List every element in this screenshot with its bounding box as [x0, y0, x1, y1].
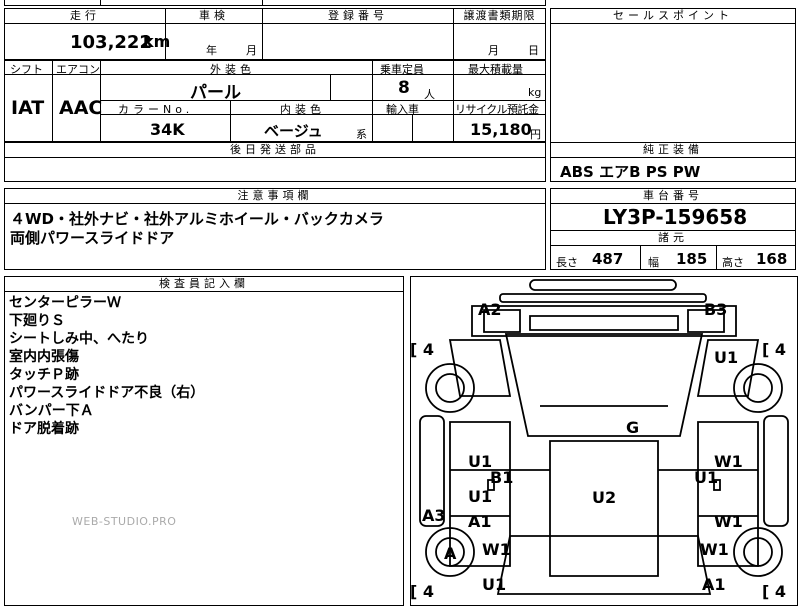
specs-header: 諸元 [551, 231, 795, 246]
caution-line-2: 両側パワースライドドア [10, 229, 175, 247]
equipment-value: ABS エアB PS PW [560, 163, 701, 181]
mark-b1: B1 [490, 468, 514, 487]
inspector-note: バンパー下Ａ [9, 403, 94, 419]
mark-u2: U2 [592, 488, 617, 507]
inspector-note: センターピラーＷ [9, 295, 121, 311]
mark-u1-left-3: U1 [482, 575, 507, 594]
recycle-value: 15,180 [470, 120, 532, 139]
shift-value: IAT [11, 97, 45, 119]
car-outline-diagram [419, 279, 789, 595]
recycle-unit: 円 [530, 128, 541, 141]
chassis-value: LY3P-159658 [603, 205, 748, 229]
mark-u1-right: U1 [694, 468, 719, 487]
max-load-unit: kg [528, 86, 542, 99]
tire-front-left: [ 4 [410, 340, 435, 359]
capacity-header: 乗車定員 [380, 63, 424, 76]
equipment-header: 純正装備 [551, 143, 795, 158]
inspector-note: ドア脱着跡 [9, 421, 79, 437]
inspector-note: 下廻りＳ [9, 313, 65, 329]
exterior-color-value: パール [190, 83, 241, 103]
inspector-header: 検査員記入欄 [5, 277, 403, 292]
deadline-day-label: 日 [528, 44, 539, 57]
mark-a1-left: A1 [468, 512, 492, 531]
inspection-year-label: 年 [206, 44, 217, 57]
inspector-note: シートしみ中、へたり [9, 331, 149, 347]
height-label: 高さ [722, 256, 744, 269]
deadline-month-label: 月 [488, 44, 499, 57]
watermark: WEB-STUDIO.PRO [72, 515, 177, 528]
interior-color-header: 内装色 [280, 103, 325, 116]
inspector-notes-list: センターピラーＷ 下廻りＳ シートしみ中、へたり 室内内張傷 タッチＰ跡 パワー… [9, 294, 204, 438]
mark-w1-left: W1 [482, 540, 511, 559]
sales-point-header: セールスポイント [551, 9, 795, 24]
inspector-note: 室内内張傷 [9, 349, 79, 365]
mark-w1-right-3: W1 [700, 540, 729, 559]
caution-header: 注意事項欄 [5, 189, 545, 204]
inspector-note: パワースライドドア不良（右） [9, 385, 205, 401]
capacity-unit: 人 [424, 88, 435, 101]
caution-line-1: ４WD・社外ナビ・社外アルミホイール・バックカメラ [10, 210, 384, 228]
interior-color-suffix: 系 [356, 128, 367, 141]
length-label: 長さ [556, 256, 578, 269]
color-no-header: カラーNo. [118, 103, 194, 116]
mark-w1-right-1: W1 [714, 452, 743, 471]
mark-u1-left-2: U1 [468, 487, 493, 506]
mark-a2: A2 [478, 300, 502, 319]
mileage-value: 103,222 [70, 32, 152, 53]
width-label: 幅 [648, 256, 659, 269]
mark-a-wheel: A [444, 544, 457, 563]
length-value: 487 [592, 250, 624, 268]
mileage-unit: km [143, 32, 171, 51]
aircon-header: エアコン [56, 63, 100, 76]
mark-w1-right-2: W1 [714, 512, 743, 531]
tire-front-right: [ 4 [762, 340, 787, 359]
later-parts-header: 後日発送部品 [5, 143, 545, 158]
transfer-deadline-header: 譲渡書類期限 [454, 9, 545, 24]
mark-u1-left-1: U1 [468, 452, 493, 471]
mark-a3: A3 [422, 506, 446, 525]
interior-color-value: ベージュ [264, 122, 323, 140]
max-load-header: 最大積載量 [468, 63, 523, 76]
capacity-value: 8 [398, 78, 410, 98]
mark-b3: B3 [704, 300, 728, 319]
tire-rear-left: [ 4 [410, 582, 435, 601]
mark-a1-right: A1 [702, 575, 726, 594]
recycle-header: リサイクル預託金 [455, 103, 539, 116]
sales-point-box [550, 8, 796, 146]
aircon-value: AAC [59, 97, 103, 119]
top-strip [4, 0, 546, 6]
shift-header: シフト [10, 63, 43, 76]
chassis-header: 車台番号 [551, 189, 795, 204]
inspection-month-label: 月 [246, 44, 257, 57]
width-value: 185 [676, 250, 708, 268]
height-value: 168 [756, 250, 788, 268]
inspection-header: 車検 [166, 9, 262, 24]
mileage-header: 走行 [5, 9, 165, 24]
mark-u1-front-right: U1 [714, 348, 739, 367]
exterior-color-header: 外装色 [210, 63, 255, 76]
inspector-note: タッチＰ跡 [9, 367, 79, 383]
tire-rear-right: [ 4 [762, 582, 787, 601]
registration-header: 登録番号 [263, 9, 453, 24]
mark-g: G [626, 418, 640, 437]
import-car-header: 輸入車 [386, 103, 419, 116]
color-no-value: 34K [150, 120, 185, 139]
